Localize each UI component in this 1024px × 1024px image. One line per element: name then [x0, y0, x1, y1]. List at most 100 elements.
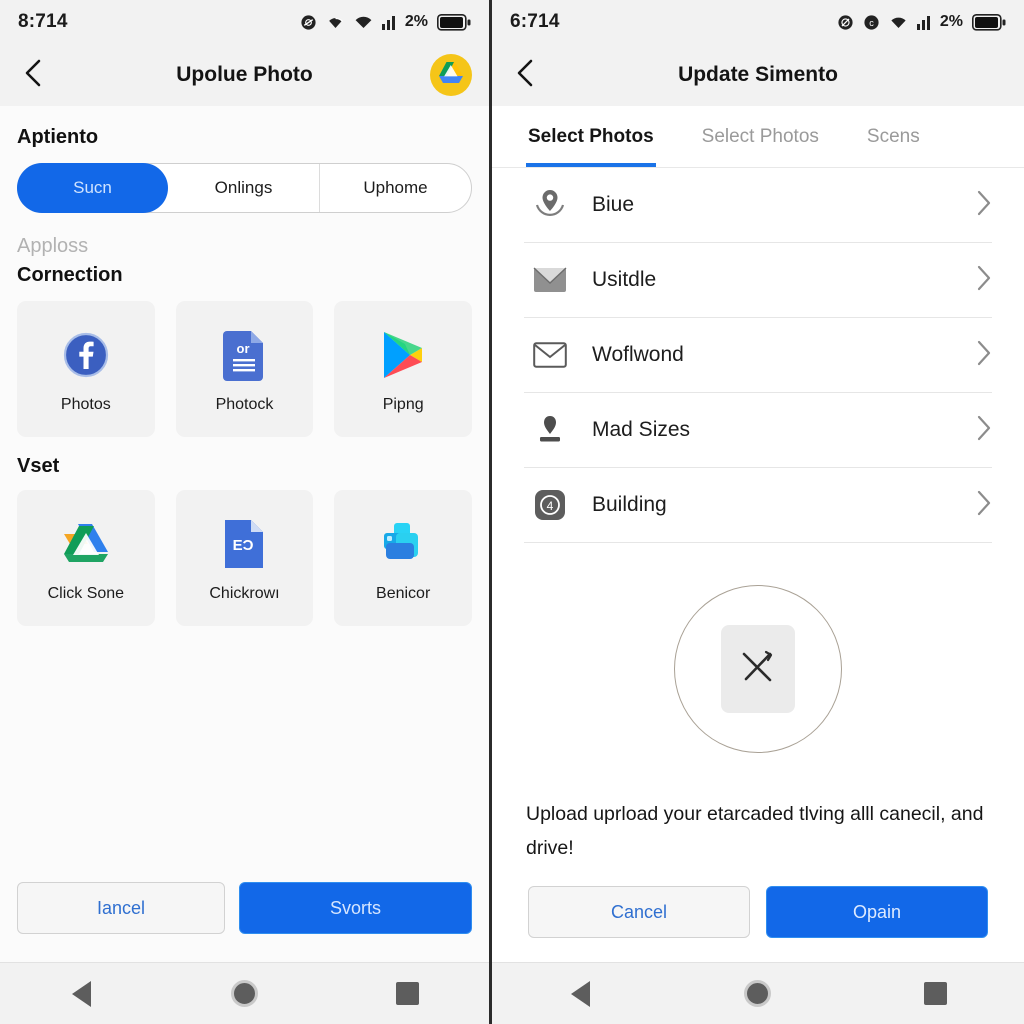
nav-recents-square-icon[interactable]	[900, 974, 970, 1014]
chevron-right-icon	[976, 415, 992, 446]
empty-state-circle	[674, 585, 842, 753]
section-heading-vset: Vset	[17, 455, 60, 477]
signal-bars-icon	[381, 15, 396, 30]
segment-option-2[interactable]: Uphome	[320, 164, 471, 212]
list-item-label: Biue	[592, 193, 635, 216]
app-tile-pipng[interactable]: Pipng	[334, 301, 472, 437]
back-button[interactable]	[16, 57, 52, 93]
left-content-area: Aptiento Sucn Onlings Uphome Apploss Cor…	[0, 106, 489, 962]
segment-option-0[interactable]: Sucn	[17, 163, 168, 213]
app-tile-chickrow[interactable]: EƆ Chickrowı	[175, 490, 314, 626]
list-item[interactable]: Mad Sizes	[524, 393, 992, 468]
location-pin-icon	[524, 187, 576, 223]
google-drive-logo-icon	[437, 60, 465, 90]
app-tile-label: Photock	[215, 396, 274, 413]
battery-icon	[972, 13, 1006, 31]
copyright-icon: c	[863, 14, 880, 31]
empty-state-text: Upload uprload your etarcaded tlving all…	[526, 803, 984, 859]
cancel-button[interactable]: Cancel	[528, 886, 750, 938]
app-tile-label: Photos	[60, 396, 111, 413]
segment-option-1[interactable]: Onlings	[168, 164, 320, 212]
left-app-bar: Upolue Photo	[0, 44, 489, 106]
segmented-control[interactable]: Sucn Onlings Uphome	[17, 163, 472, 213]
battery-icon	[437, 13, 471, 31]
left-footer-actions: Iancel Svorts	[17, 882, 472, 962]
signal-bars-icon	[916, 15, 931, 30]
app-tile-label: Pipng	[382, 396, 424, 413]
connection-tile-grid: Photos or Photock Pipng	[17, 301, 472, 437]
status-icon-group: 2%	[300, 13, 471, 31]
tab-label: Scens	[866, 125, 920, 147]
list-item[interactable]: 4 Building	[524, 468, 992, 543]
status-icon-group: c 2%	[837, 13, 1006, 31]
chevron-right-icon	[976, 265, 992, 296]
tab-scens[interactable]: Scens	[867, 106, 920, 167]
facebook-icon	[62, 324, 110, 386]
left-system-navbar	[0, 962, 489, 1024]
chevron-left-icon	[514, 58, 538, 93]
option-list: Biue Usitdle Woflwond Mad Sizes 4 Buildi…	[492, 168, 1024, 543]
tab-label: Select Photos	[528, 125, 654, 147]
app-tile-benicor[interactable]: Benicor	[334, 490, 472, 626]
list-item-label: Building	[592, 493, 667, 516]
stamp-icon	[524, 414, 576, 446]
page-title: Upolue Photo	[176, 63, 313, 86]
status-time: 8:714	[18, 11, 68, 32]
svg-text:EƆ: EƆ	[233, 537, 254, 554]
list-item[interactable]: Woflwond	[524, 318, 992, 393]
svg-text:4: 4	[547, 499, 554, 513]
chevron-left-icon	[22, 58, 46, 93]
segment-label: Sucn	[73, 178, 112, 197]
tab-bar: Select Photos Select Photos Scens	[492, 106, 1024, 168]
svg-text:or: or	[237, 341, 250, 356]
section-heading-account: Aptiento	[17, 126, 99, 148]
status-time: 6:714	[510, 11, 560, 32]
empty-state-tile	[721, 625, 795, 713]
battery-percent-label: 2%	[404, 13, 428, 30]
vset-tile-grid: Click Sone EƆ Chickrowı Benicor	[17, 490, 472, 626]
battery-percent-label: 2%	[939, 13, 963, 30]
section-heading-connection: Cornection	[17, 264, 123, 286]
left-status-bar: 8:714 2%	[0, 0, 489, 44]
nav-home-circle-icon[interactable]	[210, 974, 280, 1014]
chevron-right-icon	[976, 340, 992, 371]
chevron-right-icon	[976, 490, 992, 521]
list-item[interactable]: Biue	[524, 168, 992, 243]
nav-home-circle-icon[interactable]	[723, 974, 793, 1014]
confirm-button[interactable]: Opain	[766, 886, 988, 938]
nav-back-triangle-icon[interactable]	[546, 974, 616, 1014]
dual-screenshot-container: 8:714 2% Upolue Photo Aptiento Sucn Onli…	[0, 0, 1024, 1024]
list-item[interactable]: Usitdle	[524, 243, 992, 318]
app-tile-label: Benicor	[376, 585, 431, 602]
app-tile-click-sone[interactable]: Click Sone	[17, 490, 155, 626]
left-phone-screen: 8:714 2% Upolue Photo Aptiento Sucn Onli…	[0, 0, 492, 1024]
account-avatar-button[interactable]	[429, 53, 473, 97]
app-tile-photock[interactable]: or Photock	[175, 301, 314, 437]
chevron-right-icon	[976, 190, 992, 221]
submit-button[interactable]: Svorts	[239, 882, 472, 934]
app-badge-icon: 4	[524, 489, 576, 521]
wifi-icon	[889, 15, 908, 30]
google-docs-file-icon: EƆ	[223, 513, 265, 575]
list-item-label: Mad Sizes	[592, 418, 691, 441]
dnd-icon	[837, 14, 854, 31]
right-content-area: Biue Usitdle Woflwond Mad Sizes 4 Buildi…	[492, 168, 1024, 962]
page-title: Update Simento	[678, 63, 838, 86]
segment-label: Uphome	[363, 178, 428, 197]
tab-select-photos-1[interactable]: Select Photos	[526, 106, 656, 167]
app-tile-photos[interactable]: Photos	[17, 301, 155, 437]
wifi-filled-icon	[354, 15, 373, 30]
tab-select-photos-2[interactable]: Select Photos	[702, 106, 819, 167]
cancel-button[interactable]: Iancel	[17, 882, 225, 934]
right-status-bar: 6:714 c 2%	[492, 0, 1024, 44]
nav-back-triangle-icon[interactable]	[47, 974, 117, 1014]
mail-filled-icon	[524, 266, 576, 294]
google-drive-icon	[60, 513, 112, 575]
back-button[interactable]	[508, 57, 544, 93]
dnd-icon	[300, 14, 317, 31]
app-tile-label: Chickrowı	[209, 585, 280, 602]
right-phone-screen: 6:714 c 2% Update Simento Select Photos …	[492, 0, 1024, 1024]
empty-state: Upload uprload your etarcaded tlving all…	[492, 543, 1024, 886]
tab-label: Select Photos	[701, 125, 819, 147]
nav-recents-square-icon[interactable]	[373, 974, 443, 1014]
